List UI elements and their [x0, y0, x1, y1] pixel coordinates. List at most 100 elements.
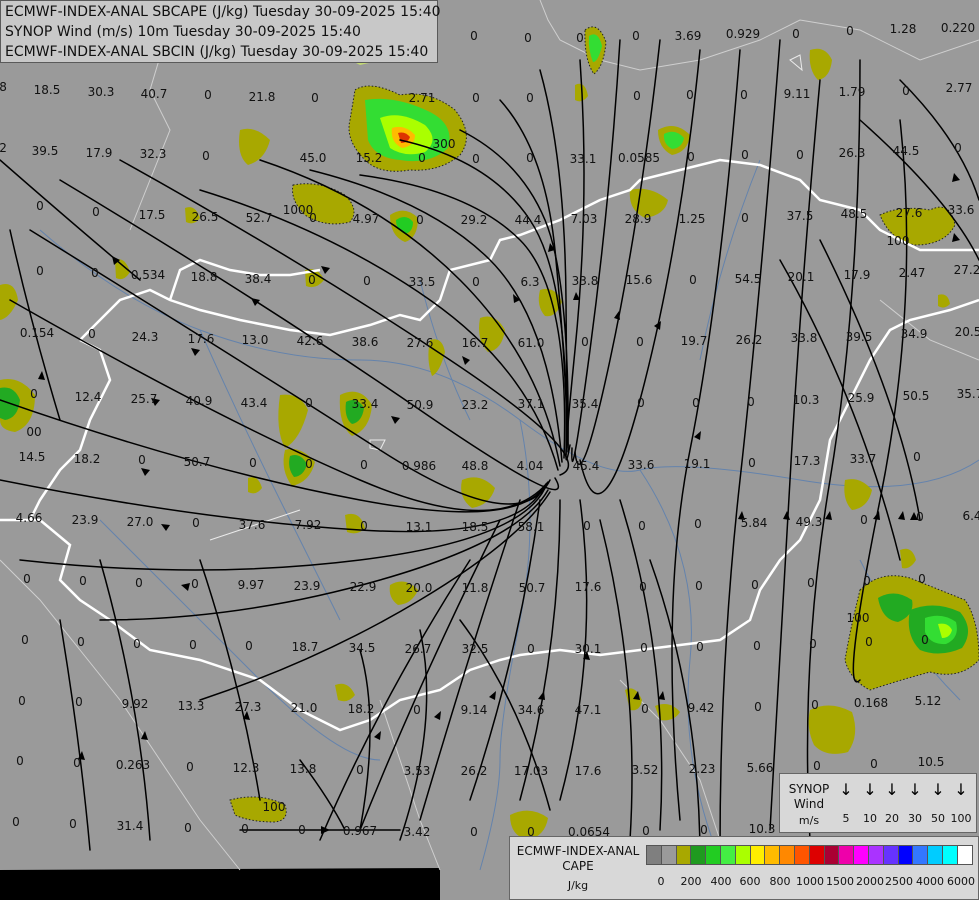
wind-arrow-icon: ↓ — [885, 780, 899, 799]
cin-value: 15.2 — [356, 151, 383, 165]
cin-value: 26.2 — [461, 764, 488, 778]
cin-value: 0 — [637, 396, 645, 410]
cin-value: 2 — [0, 141, 7, 155]
cin-value: 0 — [472, 275, 480, 289]
cape-color-swatch — [690, 845, 707, 865]
wind-speed-label: 30 — [908, 812, 922, 825]
cin-value: 300 — [433, 137, 456, 151]
cin-value: 0 — [308, 273, 316, 287]
cin-value: 33.6 — [628, 458, 655, 472]
cape-color-swatch — [868, 845, 884, 865]
cin-value: 0 — [202, 149, 210, 163]
cin-value: 0.154 — [20, 326, 54, 340]
cin-value: 0 — [751, 578, 759, 592]
cin-value: 18.5 — [462, 520, 489, 534]
cin-value: 100 — [847, 611, 870, 625]
cin-value: 100 — [887, 234, 910, 248]
wind-arrow-icon: ↓ — [931, 780, 945, 799]
cin-value: 44.4 — [515, 213, 542, 227]
cin-value: 0 — [360, 519, 368, 533]
cin-value: 10.5 — [918, 755, 945, 769]
cin-value: 19.1 — [684, 457, 711, 471]
cin-value: 1.79 — [839, 85, 866, 99]
map-title-box: ECMWF-INDEX-ANAL SBCAPE (J/kg) Tuesday 3… — [0, 0, 441, 63]
cin-value: 4.66 — [16, 511, 43, 525]
cin-value: 0 — [360, 458, 368, 472]
cin-value: 54.5 — [735, 272, 762, 286]
cin-value: 0 — [191, 577, 199, 591]
cin-value: 12.4 — [75, 390, 102, 404]
cin-value: 40.7 — [141, 87, 168, 101]
cin-value: 0 — [311, 91, 319, 105]
cape-scale-tick-label: 0 — [657, 875, 665, 888]
cin-value: 26.5 — [192, 210, 219, 224]
cin-value: 0 — [245, 639, 253, 653]
wind-legend-title-line1: SYNOP — [788, 782, 830, 796]
cin-value: 1.25 — [679, 212, 706, 226]
cin-value: 18.7 — [292, 640, 319, 654]
cape-color-swatch — [927, 845, 943, 865]
cin-value: 17.3 — [794, 454, 821, 468]
cin-value: 31.4 — [117, 819, 144, 833]
cin-value: 13.0 — [242, 333, 269, 347]
cin-value: 12.3 — [233, 761, 260, 775]
cin-value: 9.92 — [122, 697, 149, 711]
cin-value: 0 — [640, 641, 648, 655]
cin-value: 0 — [913, 450, 921, 464]
cin-value: 17.03 — [514, 764, 548, 778]
cin-value: 50.5 — [903, 389, 930, 403]
cape-legend: ECMWF-INDEX-ANAL CAPE J/kg 0 200 400 600 800… — [509, 836, 979, 900]
cin-value: 0.0585 — [618, 151, 660, 165]
cape-color-swatch — [853, 845, 869, 865]
cin-value: 25.9 — [848, 391, 875, 405]
cin-value: 0 — [741, 211, 749, 225]
cin-value: 17.5 — [139, 208, 166, 222]
cin-value: 43.4 — [241, 396, 268, 410]
cin-value: 44.5 — [893, 144, 920, 158]
cin-value: 0 — [846, 24, 854, 38]
cin-value: 0 — [870, 757, 878, 771]
cin-value: 0 — [36, 199, 44, 213]
cape-color-swatch — [660, 845, 677, 865]
cape-color-swatch — [956, 845, 973, 865]
cin-value: 0 — [189, 638, 197, 652]
cin-value: 20.1 — [788, 270, 815, 284]
cin-value: 0 — [753, 639, 761, 653]
cin-value: 33.4 — [352, 397, 379, 411]
cape-color-swatch — [734, 845, 751, 865]
cin-value: 15.6 — [626, 273, 653, 287]
cin-value: 3.53 — [404, 764, 431, 778]
title-synop-wind: SYNOP Wind (m/s) 10m Tuesday 30-09-2025 … — [5, 24, 361, 40]
cin-value: 21.8 — [249, 90, 276, 104]
wind-legend-unit: m/s — [798, 814, 820, 827]
cin-value: 0 — [576, 31, 584, 45]
cin-value: 0 — [639, 580, 647, 594]
cin-value: 23.9 — [72, 513, 99, 527]
cin-value: 0 — [921, 633, 929, 647]
cin-value: 0 — [470, 825, 478, 839]
cin-value: 25.7 — [131, 392, 158, 406]
cin-value: 0 — [416, 213, 424, 227]
cin-value: 33.6 — [948, 203, 975, 217]
cin-value: 9.11 — [784, 87, 811, 101]
wind-legend-title: SYNOP Wind — [784, 782, 834, 812]
cin-value: 0 — [16, 754, 24, 768]
cin-value: 0 — [18, 694, 26, 708]
cin-value: 7.92 — [295, 518, 322, 532]
cin-value: 23.9 — [294, 579, 321, 593]
cin-value: 0 — [583, 519, 591, 533]
cape-color-swatch — [838, 845, 855, 865]
cin-value: 0 — [138, 453, 146, 467]
cin-value: 0 — [133, 637, 141, 651]
cin-value: 27.2 — [954, 263, 979, 277]
cin-value: 42.6 — [297, 334, 324, 348]
cin-value: 3.69 — [675, 29, 702, 43]
cin-value: 0 — [692, 396, 700, 410]
cin-value: 0 — [527, 642, 535, 656]
cin-value: 0 — [30, 387, 38, 401]
cape-color-swatch — [646, 845, 662, 865]
cin-value: 0 — [740, 88, 748, 102]
cape-color-swatch — [675, 845, 692, 865]
cin-value: 0 — [902, 84, 910, 98]
cin-value: 0.534 — [131, 268, 165, 282]
